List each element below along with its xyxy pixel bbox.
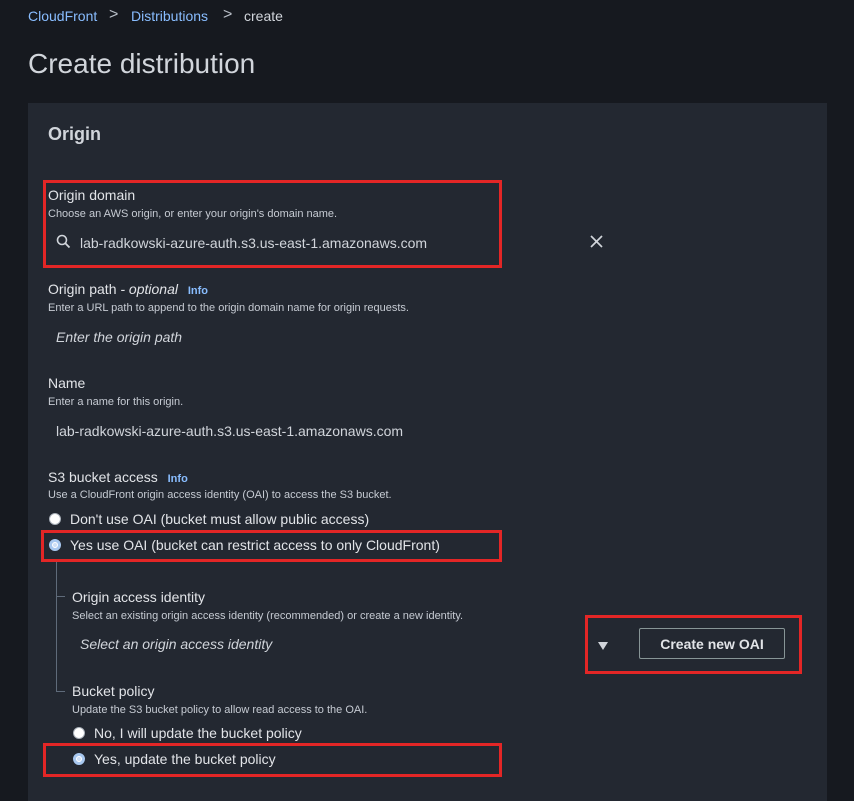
radio-update-policy-label[interactable]: Yes, update the bucket policy bbox=[94, 751, 276, 767]
radio-yes-oai[interactable] bbox=[49, 539, 61, 551]
info-link[interactable]: Info bbox=[168, 473, 188, 485]
breadcrumb-distributions[interactable]: Distributions bbox=[131, 8, 208, 24]
oai-label: Origin access identity bbox=[72, 589, 206, 605]
origin-domain-value: lab-radkowski-azure-auth.s3.us-east-1.am… bbox=[80, 235, 428, 251]
origin-path-input[interactable]: Enter the origin path bbox=[56, 329, 556, 349]
origin-domain-description: Choose an AWS origin, or enter your orig… bbox=[48, 208, 338, 220]
tree-line bbox=[56, 562, 57, 692]
bucket-policy-description: Update the S3 bucket policy to allow rea… bbox=[72, 704, 368, 716]
tree-branch bbox=[56, 691, 65, 692]
breadcrumb-separator: > bbox=[223, 6, 233, 23]
optional-label: - optional bbox=[120, 281, 178, 297]
radio-no-update-policy[interactable] bbox=[73, 727, 85, 739]
caret-down-icon[interactable] bbox=[597, 638, 609, 656]
radio-no-update-policy-label[interactable]: No, I will update the bucket policy bbox=[94, 725, 302, 741]
name-label: Name bbox=[48, 375, 86, 391]
origin-domain-label: Origin domain bbox=[48, 187, 136, 203]
radio-yes-oai-label[interactable]: Yes use OAI (bucket can restrict access … bbox=[70, 537, 440, 553]
origin-domain-input[interactable]: lab-radkowski-azure-auth.s3.us-east-1.am… bbox=[48, 228, 618, 256]
oai-select[interactable]: Select an origin access identity bbox=[72, 630, 612, 658]
breadcrumb-cloudfront[interactable]: CloudFront bbox=[28, 8, 97, 24]
name-input[interactable]: lab-radkowski-azure-auth.s3.us-east-1.am… bbox=[56, 423, 556, 443]
radio-no-oai-label[interactable]: Don't use OAI (bucket must allow public … bbox=[70, 511, 369, 527]
origin-path-label: Origin path - optional Info bbox=[48, 281, 208, 297]
bucket-policy-label: Bucket policy bbox=[72, 683, 155, 699]
origin-path-label-text: Origin path bbox=[48, 281, 117, 297]
oai-description: Select an existing origin access identit… bbox=[72, 610, 464, 622]
s3-bucket-access-label-text: S3 bucket access bbox=[48, 469, 158, 485]
panel-title: Origin bbox=[48, 124, 101, 144]
breadcrumb-create: create bbox=[244, 8, 283, 24]
create-new-oai-button[interactable]: Create new OAI bbox=[639, 628, 785, 659]
radio-no-oai[interactable] bbox=[49, 513, 61, 525]
s3-bucket-access-description: Use a CloudFront origin access identity … bbox=[48, 489, 392, 501]
oai-select-placeholder: Select an origin access identity bbox=[80, 636, 273, 652]
radio-update-policy[interactable] bbox=[73, 753, 85, 765]
page-title: Create distribution bbox=[28, 48, 256, 79]
tree-branch bbox=[56, 596, 65, 597]
breadcrumb-separator: > bbox=[109, 6, 119, 23]
info-link[interactable]: Info bbox=[188, 285, 208, 297]
s3-bucket-access-label: S3 bucket access Info bbox=[48, 469, 188, 485]
name-description: Enter a name for this origin. bbox=[48, 396, 184, 408]
close-icon[interactable] bbox=[589, 234, 604, 254]
origin-path-description: Enter a URL path to append to the origin… bbox=[48, 302, 409, 314]
search-icon bbox=[56, 234, 71, 254]
